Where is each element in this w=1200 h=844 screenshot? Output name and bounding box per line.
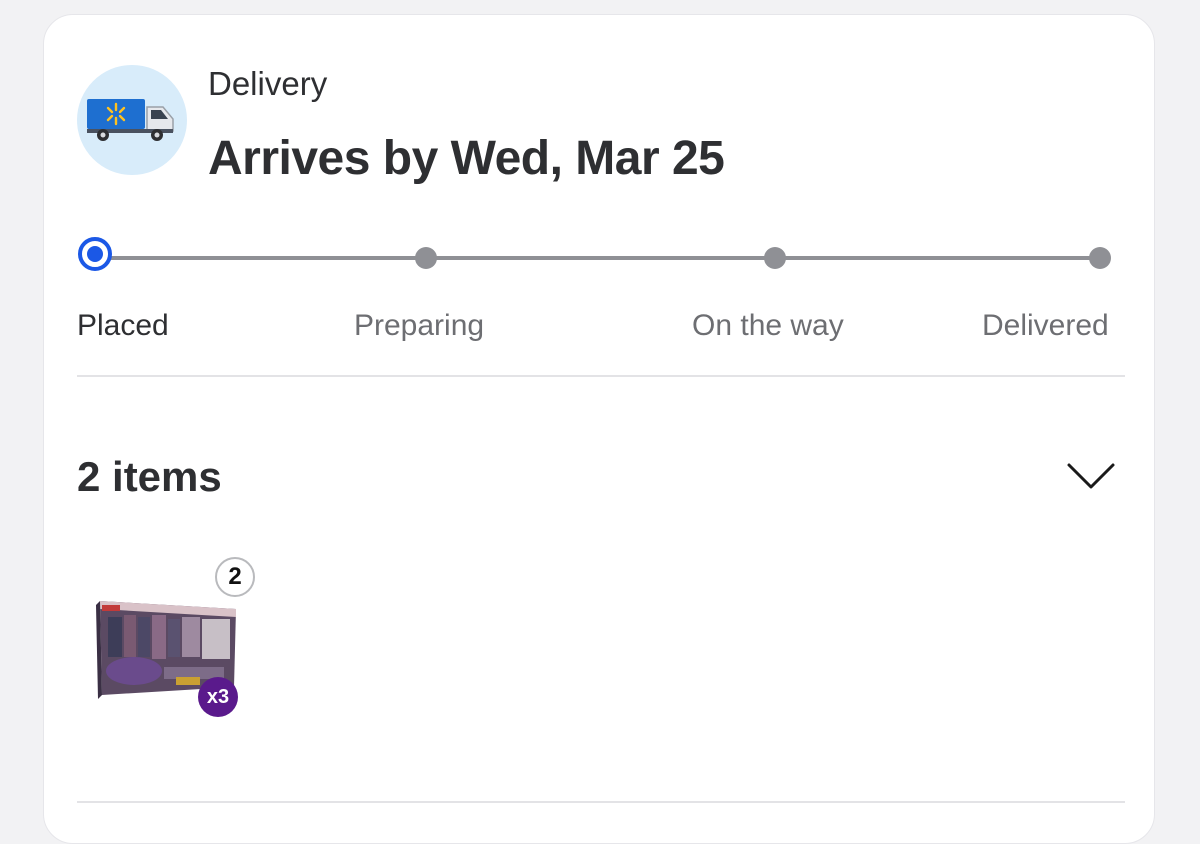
delivery-truck-icon	[77, 65, 187, 175]
item-quantity-badge: 2	[215, 557, 255, 597]
arrival-date-title: Arrives by Wed, Mar 25	[208, 132, 725, 185]
step-label-placed: Placed	[77, 309, 169, 342]
order-card: Delivery Arrives by Wed, Mar 25 Placed P…	[43, 14, 1155, 844]
step-label-delivered: Delivered	[982, 309, 1109, 342]
multipack-badge: x3	[198, 677, 238, 717]
order-status-tracker: Placed Preparing On the way Delivered	[44, 235, 1156, 342]
step-dot-placed	[78, 237, 112, 271]
step-dot-delivered	[1089, 247, 1111, 269]
chevron-down-icon[interactable]	[1066, 461, 1116, 491]
step-dot-on-the-way	[764, 247, 786, 269]
items-count-heading[interactable]: 2 items	[77, 453, 222, 501]
step-dot-preparing	[415, 247, 437, 269]
divider-bottom	[77, 801, 1125, 803]
step-label-on-the-way: On the way	[692, 309, 844, 342]
divider	[77, 375, 1125, 377]
delivery-method-label: Delivery	[208, 65, 328, 102]
tracker-line	[101, 256, 1100, 260]
step-label-preparing: Preparing	[354, 309, 485, 342]
